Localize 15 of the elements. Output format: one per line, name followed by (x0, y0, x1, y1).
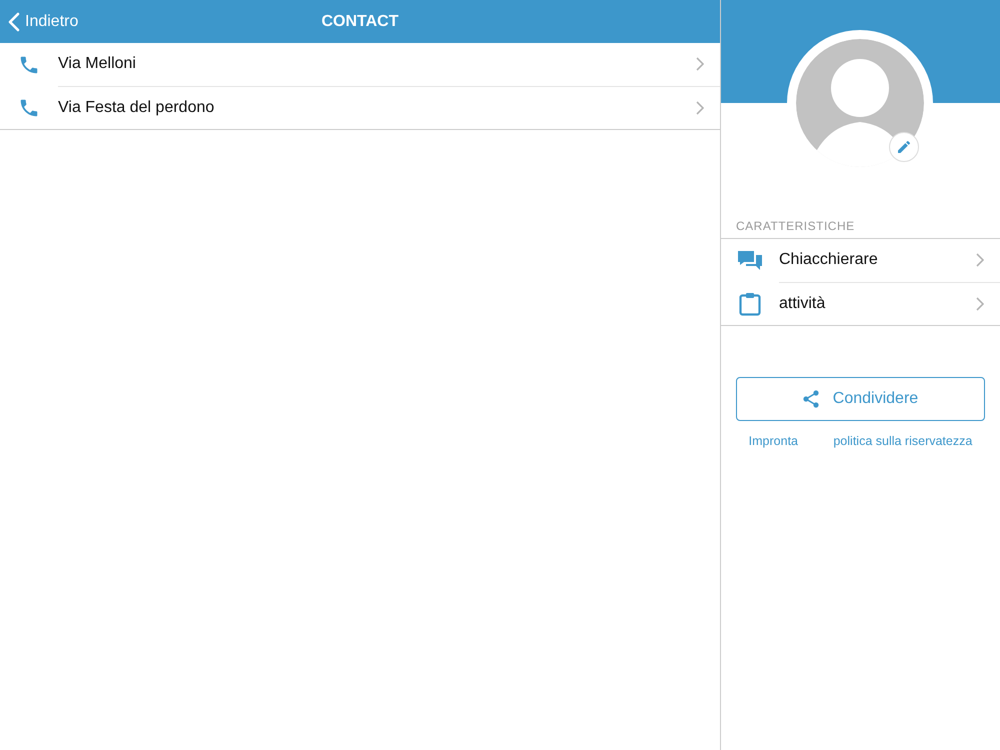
chevron-left-icon (8, 12, 20, 32)
chevron-right-icon (976, 253, 984, 267)
chevron-right-icon (976, 296, 984, 310)
contact-row[interactable]: Via Festa del perdono (0, 86, 720, 129)
pencil-icon (896, 139, 912, 155)
clipboard-icon (738, 292, 762, 316)
feature-row[interactable]: Chiacchierare (721, 239, 1000, 282)
share-icon (802, 390, 819, 408)
feature-row[interactable]: attività (721, 282, 1000, 325)
chevron-right-icon (696, 100, 704, 114)
section-title: CARATTERISTICHE (735, 219, 856, 235)
chevron-right-icon (696, 57, 704, 71)
chat-icon (738, 250, 762, 272)
nav-title: CONTACT (321, 12, 399, 30)
contact-row[interactable]: Via Melloni (0, 43, 720, 86)
